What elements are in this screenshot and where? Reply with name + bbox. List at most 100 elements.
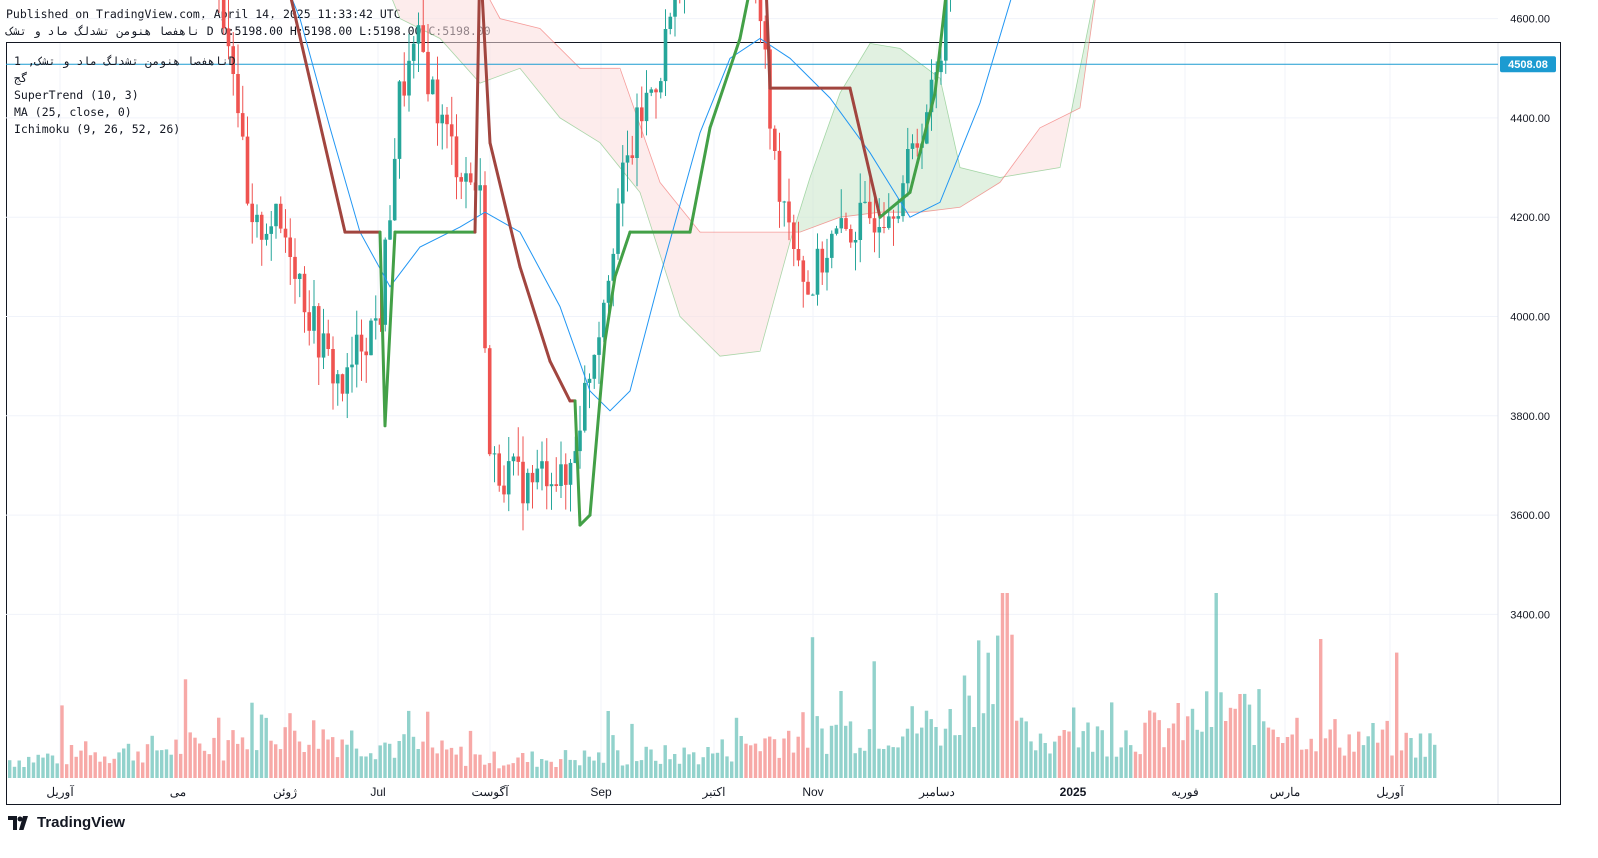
volume-bar xyxy=(1100,730,1104,778)
volume-bar xyxy=(8,760,12,778)
volume-bar xyxy=(939,745,943,778)
volume-bar xyxy=(782,738,786,778)
cloud-segment xyxy=(768,232,771,323)
volume-bar xyxy=(1252,745,1256,778)
cloud-segment xyxy=(507,20,510,74)
candle-body xyxy=(335,374,340,384)
cloud-segment xyxy=(603,68,606,151)
cloud-segment xyxy=(543,31,546,101)
volume-bar xyxy=(1048,753,1052,778)
cloud-segment xyxy=(471,0,474,77)
volume-bar xyxy=(1314,751,1318,778)
cloud-segment xyxy=(816,152,819,227)
cloud-segment xyxy=(966,169,969,204)
volume-bar xyxy=(521,753,525,778)
y-tick-label: 3400.00 xyxy=(1510,609,1550,621)
candle-body xyxy=(625,155,630,163)
volume-bar xyxy=(1095,726,1100,778)
candle-body xyxy=(383,239,387,325)
legend-ichimoku[interactable]: Ichimoku (9, 26, 52, 26) xyxy=(14,122,180,136)
candle-body xyxy=(583,382,587,431)
legend-supertrend[interactable]: SuperTrend (10, 3) xyxy=(14,88,139,102)
cloud-segment xyxy=(465,0,468,70)
volume-bar xyxy=(844,725,848,778)
tradingview-brand[interactable]: TradingView xyxy=(8,814,125,831)
cloud-segment xyxy=(771,232,774,312)
volume-bar xyxy=(231,730,235,778)
candle-body xyxy=(815,248,820,295)
candle-body xyxy=(887,216,891,228)
volume-bar xyxy=(473,754,477,778)
cloud-segment xyxy=(705,232,708,345)
candle-body xyxy=(891,216,896,219)
volume-bar xyxy=(834,724,838,778)
volume-bar xyxy=(1361,745,1366,778)
volume-bar xyxy=(825,753,829,778)
volume-bar xyxy=(644,746,648,778)
candle-body xyxy=(668,16,673,29)
volume-bar xyxy=(459,746,463,778)
candle-body xyxy=(240,113,245,137)
volume-bar xyxy=(217,717,221,778)
supertrend-segment xyxy=(289,0,347,234)
volume-bar xyxy=(796,736,800,778)
volume-bar xyxy=(730,761,734,778)
volume-bar xyxy=(1414,757,1418,778)
volume-bar xyxy=(858,747,862,778)
candle-body xyxy=(316,306,321,358)
volume-bar xyxy=(1262,721,1266,778)
volume-bar xyxy=(274,744,278,778)
cloud-segment xyxy=(414,0,417,28)
candle-body xyxy=(635,107,639,158)
volume-bar xyxy=(350,730,354,778)
candle-body xyxy=(454,136,459,178)
volume-bar xyxy=(920,727,924,778)
legend-title: ناهفصا هنومن تشدلگ ماد و تشک, 1D xyxy=(14,54,236,68)
candle-body xyxy=(407,60,411,96)
cloud-segment xyxy=(552,40,555,112)
volume-bar xyxy=(1300,749,1304,778)
candle-body xyxy=(331,349,335,384)
candle-body xyxy=(540,461,544,469)
cloud-segment xyxy=(492,3,495,79)
volume-bar xyxy=(41,757,45,778)
cloud-segment xyxy=(444,0,447,47)
cloud-segment xyxy=(711,232,714,351)
volume-bar xyxy=(340,739,344,778)
cloud-segment xyxy=(963,168,966,206)
cloud-segment xyxy=(738,232,741,354)
candle-body xyxy=(487,348,492,455)
candle-body xyxy=(430,79,435,95)
cloud-segment xyxy=(1041,125,1044,171)
cloud-segment xyxy=(981,172,984,195)
x-tick-label: فوریه xyxy=(1171,785,1199,799)
candle-body xyxy=(388,220,392,240)
cloud-segment xyxy=(684,212,687,324)
cloud-segment xyxy=(459,0,462,64)
cloud-segment xyxy=(648,148,651,227)
cloud-segment xyxy=(1038,127,1041,172)
legend-ma[interactable]: MA (25, close, 0) xyxy=(14,105,132,119)
volume-bar xyxy=(46,753,50,778)
volume-bar xyxy=(806,747,810,778)
volume-bar xyxy=(1238,694,1242,778)
volume-bar xyxy=(1385,720,1389,778)
candle-body xyxy=(297,273,302,279)
volume-bar xyxy=(525,762,530,778)
y-axis: 3400.00 3600.00 3800.00 4000.00 4200.00 4400.… xyxy=(1510,14,1550,622)
cloud-segment xyxy=(1053,119,1056,169)
volume-bar xyxy=(1119,747,1123,778)
volume-bar xyxy=(1205,691,1209,778)
candle-body xyxy=(844,218,848,229)
volume-bar xyxy=(654,760,658,778)
cloud-segment xyxy=(987,174,990,191)
volume-bar xyxy=(763,738,767,778)
volume-bar xyxy=(188,732,192,778)
candle-body xyxy=(825,257,829,273)
y-tick-label: 4400.00 xyxy=(1510,113,1550,125)
price-chart[interactable]: 3400.00 3600.00 3800.00 4000.00 4200.00 4400.… xyxy=(0,0,1598,858)
candle-body xyxy=(554,484,559,486)
volume-bar xyxy=(1114,756,1119,778)
cloud-segment xyxy=(408,0,411,25)
cloud-segment xyxy=(498,14,501,77)
